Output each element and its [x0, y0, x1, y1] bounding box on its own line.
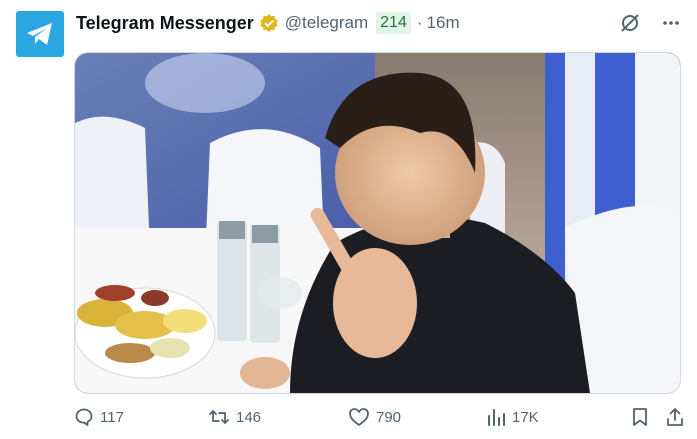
avatar[interactable]: [16, 11, 64, 57]
reply-count: 117: [100, 408, 124, 426]
tweet-top-actions: [619, 12, 681, 34]
retweet-button[interactable]: 146: [208, 407, 261, 427]
like-icon: [349, 408, 369, 426]
views-icon: [488, 409, 505, 426]
telegram-logo-icon: [27, 23, 52, 45]
reply-icon: [75, 408, 93, 426]
grok-icon[interactable]: [619, 12, 641, 34]
like-count: 790: [376, 408, 402, 426]
like-button[interactable]: 790: [348, 407, 401, 427]
retweet-count: 146: [236, 408, 262, 426]
share-icon: [667, 408, 683, 426]
count-badge: 214: [376, 12, 411, 34]
tweet-actions: 117 146 790 17K: [74, 403, 685, 431]
more-icon[interactable]: [661, 13, 681, 33]
reply-button[interactable]: 117: [74, 407, 124, 427]
view-count: 17K: [512, 408, 539, 426]
share-button[interactable]: [665, 407, 685, 427]
separator-dot: ·: [416, 13, 423, 32]
bookmark-button[interactable]: [631, 407, 649, 427]
views-button[interactable]: 17K: [486, 407, 539, 427]
retweet-icon: [209, 410, 229, 424]
verified-badge-icon: [259, 13, 279, 33]
account-handle[interactable]: @telegram: [285, 13, 368, 33]
bookmark-icon: [633, 408, 647, 426]
tweet-header: Telegram Messenger @telegram 214 · 16m: [76, 10, 460, 36]
timestamp[interactable]: 16m: [427, 13, 460, 33]
tweet-media-image[interactable]: [74, 52, 681, 394]
account-name[interactable]: Telegram Messenger: [76, 13, 254, 34]
